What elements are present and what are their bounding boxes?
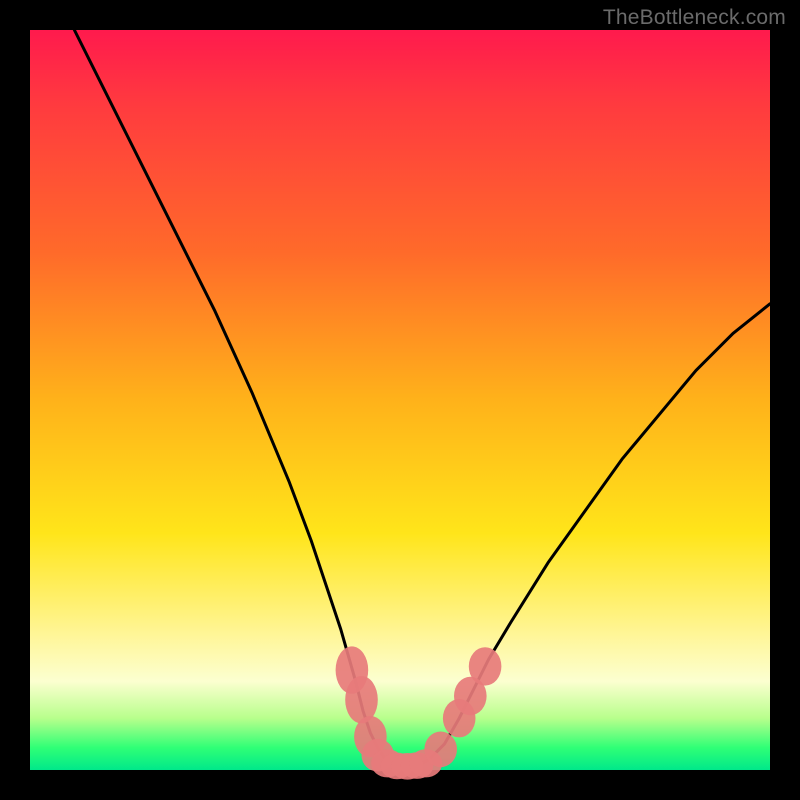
marker-dot [469, 647, 502, 685]
marker-group [336, 646, 502, 779]
watermark-text: TheBottleneck.com [603, 6, 786, 30]
curve-svg [30, 30, 770, 770]
chart-frame: TheBottleneck.com [0, 0, 800, 800]
plot-area [30, 30, 770, 770]
bottleneck-curve [74, 30, 770, 766]
marker-dot [424, 732, 457, 768]
